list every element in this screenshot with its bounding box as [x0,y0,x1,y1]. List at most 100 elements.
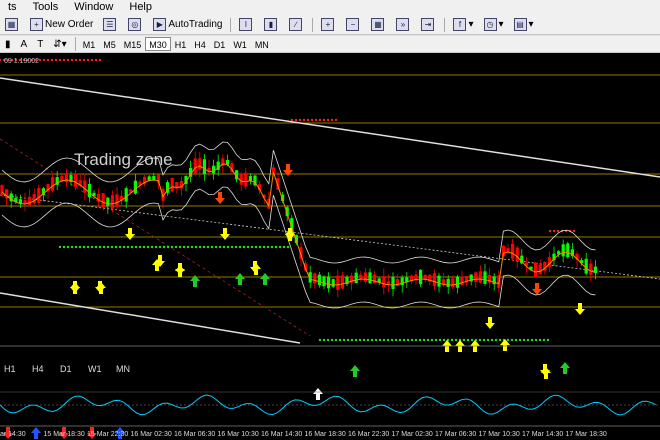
candle-body [32,193,36,204]
trading-zone-label: Trading zone [74,150,173,169]
zoom-in-button[interactable]: + [317,17,340,33]
resistance-dots [322,118,326,122]
menu-item-charts[interactable]: ts [0,0,25,15]
menu-item-window[interactable]: Window [66,0,121,15]
candle-body [37,188,41,203]
resistance-dots [314,118,318,122]
support-dots [494,338,498,342]
timeframe-h4-button[interactable]: H4 [190,37,210,51]
support-dots [274,245,278,249]
support-dots [278,245,282,249]
candle-body [386,281,390,285]
timeframe-mn-button[interactable]: MN [251,37,273,51]
timeframe-w1-button[interactable]: W1 [229,37,251,51]
time-axis-label: 15 Mar 22:30 [87,431,128,438]
support-dots [354,338,358,342]
time-axis-label: ar 14:30 [0,431,26,438]
toolbar-separator [444,17,446,32]
yellow-buy-arrow [541,367,551,379]
toolbar-separator [312,17,314,32]
time-axis-label: 16 Mar 18:30 [305,431,346,438]
candle-body [202,159,206,175]
time-axis-label: 16 Mar 10:30 [218,431,259,438]
timeframe-h1-button[interactable]: H1 [171,37,191,51]
mtf-label-w1: W1 [88,364,102,374]
candle-body [340,275,344,289]
chart-shift-icon: ⇥ [421,18,435,31]
white-signal-arrow [313,388,323,400]
support-dots [478,338,482,342]
timeframe-d1-button[interactable]: D1 [210,37,230,51]
support-dots [186,245,190,249]
timeframe-m30-button[interactable]: M30 [145,37,171,51]
mtf-label-h4: H4 [32,364,44,374]
candle-body [584,258,588,274]
zoom-out-button[interactable]: − [342,17,365,33]
price-chart[interactable]: H1 H4 D1 W1 MN ar 14:30 15 Mar 18:30 15 Mar 22:… [0,53,660,440]
time-axis-label: 17 Mar 14:30 [522,431,563,438]
candle-body [64,174,68,182]
support-dots [430,338,434,342]
support-dots [62,245,66,249]
tile-icon: ▦ [371,18,385,31]
auto-scroll-button[interactable]: » [392,17,415,33]
autotrading-button[interactable]: ▶ AutoTrading [149,17,226,33]
yellow-signal-arrow [125,228,135,240]
support-dots [538,338,542,342]
indicators-button[interactable]: f ▾ [449,17,477,33]
template-icon: ▤ [513,18,527,31]
candle-body [336,275,340,290]
candle-body [313,273,317,284]
support-dots [226,245,230,249]
support-dots [382,338,386,342]
resistance-dots [334,118,338,122]
periods-button[interactable]: ◷ ▾ [480,17,508,33]
support-dots [442,338,446,342]
templates-button[interactable]: ▤ ▾ [510,17,538,33]
support-dots [358,338,362,342]
cursor-button[interactable]: ▮ [1,36,15,52]
support-dots [198,245,202,249]
support-dots [470,338,474,342]
new-order-label: New Order [45,19,94,30]
time-axis-label: 17 Mar 06:30 [435,431,476,438]
candle-body [74,173,78,187]
menu-item-tools[interactable]: Tools [25,0,67,15]
arrows-button[interactable]: ⇵▾ [49,36,70,52]
text-button[interactable]: A [17,36,32,52]
timeframe-list: M1 M5 M15 M30 H1 H4 D1 W1 MN [79,37,273,51]
bar-chart-button[interactable]: ǀ [235,17,258,33]
market-watch-icon: ☰ [103,18,117,31]
support-dots [390,338,394,342]
candlestick-button[interactable]: ▮ [260,17,283,33]
new-order-button[interactable]: + New Order [26,17,97,33]
navigator-button[interactable]: ◎ [124,17,147,33]
chart-grid-button[interactable]: ▦ [1,17,24,33]
resistance-dots [572,229,576,233]
support-dots [66,245,70,249]
candle-body [170,178,174,192]
candle-body [561,244,565,257]
yellow-buy-arrow [285,229,295,241]
support-dots [142,245,146,249]
label-button[interactable]: T [33,36,47,52]
chart-shift-button[interactable]: ⇥ [417,17,440,33]
timeframe-m15-button[interactable]: M15 [120,37,146,51]
market-watch-button[interactable]: ☰ [99,17,122,33]
mtf-label-d1: D1 [60,364,72,374]
tile-windows-button[interactable]: ▦ [367,17,390,33]
line-chart-button[interactable]: ∕ [285,17,308,33]
timeframe-m5-button[interactable]: M5 [99,37,120,51]
support-dots [510,338,514,342]
menu-item-help[interactable]: Help [121,0,160,15]
timeframe-m1-button[interactable]: M1 [79,37,100,51]
auto-scroll-icon: » [396,18,410,31]
support-dots [94,245,98,249]
timeframe-toolbar: ▮ A T ⇵▾ M1 M5 M15 M30 H1 H4 D1 W1 MN [0,35,660,53]
support-dots [338,338,342,342]
candlestick-icon: ▮ [264,18,278,31]
symbol-info: 69 1.19002 [4,58,39,65]
menu-bar: ts Tools Window Help [0,0,660,15]
support-dots [374,338,378,342]
candle-body [483,271,487,284]
